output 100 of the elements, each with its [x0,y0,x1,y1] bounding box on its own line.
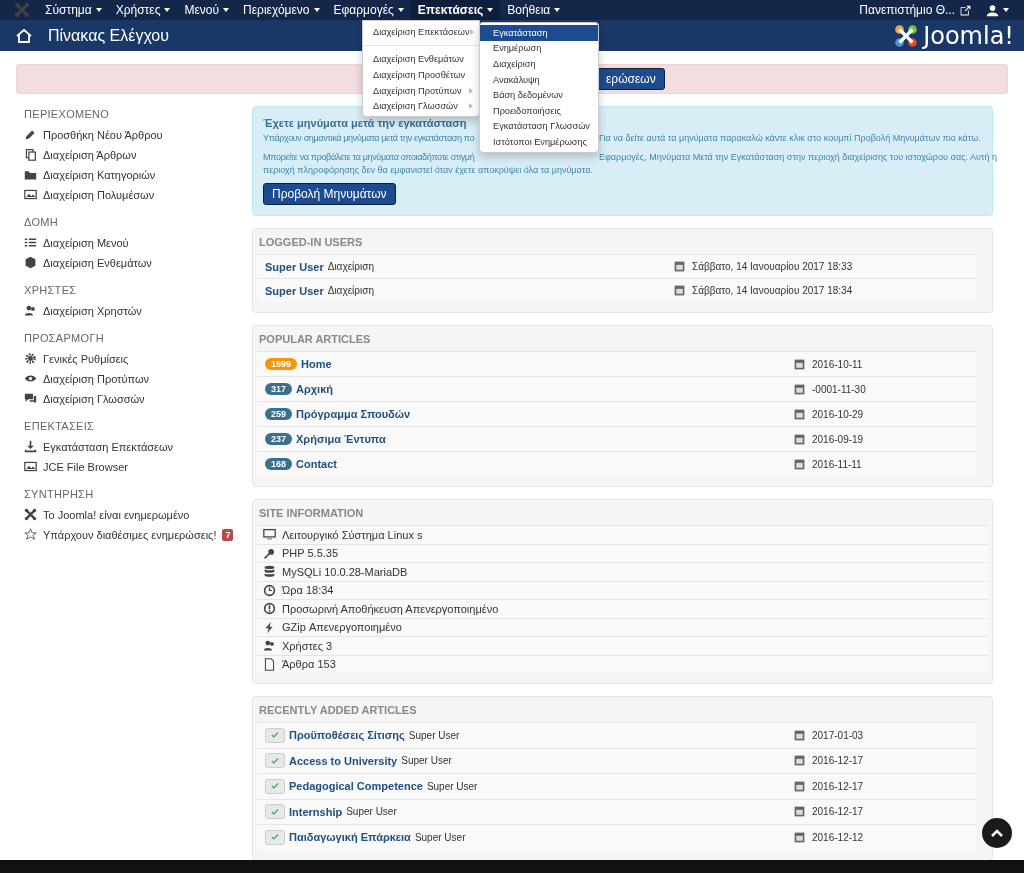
published-toggle[interactable] [265,804,285,820]
users-icon [24,304,37,317]
dropdown-item[interactable]: Διαχείριση Προτύπων [363,82,479,99]
sidebar-link[interactable]: Διαχείριση Πολυμέσων [43,188,155,201]
site-link[interactable]: Πανεπιστήμιο Θ... [852,0,979,20]
menu-item[interactable]: Επεκτάσεις [410,0,501,20]
article-link[interactable]: Access to University [289,754,398,767]
folder-icon [24,168,37,181]
back-to-top-button[interactable] [982,818,1012,848]
article-link[interactable]: Χρήσιμα Έντυπα [296,433,386,445]
calendar-icon [793,357,806,371]
submenu-item[interactable]: Εγκατάσταση Γλωσσών [480,118,598,135]
image-icon [24,188,37,201]
menu-item[interactable]: Εφαρμογές [326,0,411,20]
sidebar-heading: ΧΡΗΣΤΕΣ [24,284,78,296]
count-badge: 7 [222,528,234,541]
calendar-icon [793,432,806,446]
sidebar-link[interactable]: Διαχείριση Ενθεμάτων [43,256,152,269]
published-toggle[interactable] [265,778,285,794]
sidebar-link[interactable]: Διαχείριση Χρηστών [43,304,142,317]
hits-badge: 259 [265,408,293,420]
article-link[interactable]: Contact [296,458,337,470]
sidebar-link[interactable]: Υπάρχουν διαθέσιμες ενημερώσεις! [43,528,217,541]
menu-item[interactable]: Χρήστες [108,0,178,20]
submenu-item[interactable]: Ανακάλυψη [480,71,598,88]
menu-item[interactable]: Περιεχόμενο [236,0,327,20]
calendar-icon [793,805,806,819]
sidebar-link[interactable]: Διαχείριση Άρθρων [43,148,137,161]
alert-text: περιοχή πληροφόρησης δεν θα εμφανιστεί όταν έχετε αποκρύψει όλα τα μηνύματα. [263,165,593,175]
article-link[interactable]: Internship [289,805,343,818]
article-author: Super User [401,755,452,767]
article-date: -0001-11-30 [812,383,866,395]
published-toggle[interactable] [265,753,285,769]
alert-title: Έχετε μηνύματα μετά την εγκατάσταση [263,117,467,129]
article-link[interactable]: Pedagogical Competence [289,780,423,793]
sidebar-link[interactable]: Διαχείριση Προτύπων [43,372,149,385]
pencil-icon [24,128,37,141]
dropdown-item[interactable]: Διαχείριση Επεκτάσεων [363,24,479,40]
article-author: Super User [426,780,478,792]
submenu-item[interactable]: Ενημέρωση [480,40,598,57]
info-text: Χρήστες 3 [282,639,333,652]
article-link[interactable]: Αρχική [296,383,334,395]
file-icon [263,657,276,671]
calendar-icon [793,457,806,471]
check-icon [270,781,280,792]
article-date: 2016-10-29 [812,408,864,420]
article-date: 2016-12-17 [812,755,864,767]
article-link[interactable]: Home [301,358,332,370]
info-text: Λειτουργικό Σύστημα Linux s [282,528,423,541]
sidebar-heading: ΣΥΝΤΗΡΗΣΗ [24,488,95,500]
submenu-item[interactable]: Διαχείριση [480,56,598,72]
info-icon [263,602,276,616]
check-icon [270,730,280,741]
sidebar-link[interactable]: Γενικές Ρυθμίσεις [43,352,129,365]
comments-icon [24,392,37,405]
dropdown-item[interactable]: Διαχείριση Ενθεμάτων [363,51,479,68]
article-link[interactable]: Πρόγραμμα Σπουδών [296,408,411,420]
calendar-icon [673,284,686,297]
calendar-icon [793,754,806,768]
sidebar-link[interactable]: JCE File Browser [43,460,128,473]
published-toggle[interactable] [265,727,285,743]
menu-item[interactable]: Σύστημα [38,0,109,20]
user-link[interactable]: Super User [265,260,324,273]
dropdown-item[interactable]: Διαχείριση Προσθέτων [363,67,479,83]
user-link[interactable]: Super User [265,284,324,297]
panel-title: POPULAR ARTICLES [259,333,372,345]
calendar-icon [793,779,806,793]
menu-item[interactable]: Βοήθεια [500,0,568,20]
article-link[interactable]: Παιδαγωγική Επάρκεια [289,831,411,844]
sidebar-heading: ΠΕΡΙΕΧΟΜΕΝΟ [24,108,111,120]
info-text: Άρθρα 153 [282,658,336,671]
sidebar-link[interactable]: Προσθήκη Νέου Άρθρου [43,128,163,141]
submenu-item[interactable]: Βάση δεδομένων [480,87,598,103]
hits-badge: 237 [265,433,293,445]
dropdown-item[interactable]: Διαχείριση Γλωσσών [363,98,479,114]
updates-button[interactable]: ερώσεων [597,68,665,90]
user-area: Διαχείριση [327,261,374,272]
article-date: 2016-09-19 [812,433,864,445]
sidebar-link[interactable]: Διαχείριση Γλωσσών [43,392,145,405]
submenu-item[interactable]: Ιστότοποι Ενημέρωσης [480,134,598,150]
sidebar-link[interactable]: Διαχείριση Μενού [43,236,129,249]
panel-title: RECENTLY ADDED ARTICLES [259,704,418,716]
view-messages-button[interactable]: Προβολή Μηνυμάτων [263,183,396,205]
calendar-icon [793,407,806,421]
gear-icon [24,352,37,365]
calendar-icon [793,830,806,844]
calendar-icon [793,382,806,396]
sidebar-link[interactable]: Το Joomla! είναι ενημερωμένο [43,508,190,521]
sidebar-link[interactable]: Διαχείριση Κατηγοριών [43,168,156,181]
article-link[interactable]: Προϋποθέσεις Σίτισης [289,729,405,742]
submenu-item[interactable]: Εγκατάσταση [480,25,598,41]
alert-text: Εφαρμογές, Μηνύματα Μετά την Εγκατάσταση στην περιοχή διαχείρισης του ιστοχώρου σας. Αυτή η [599,152,997,162]
published-toggle[interactable] [265,829,285,845]
eye-icon [24,372,37,385]
sidebar-link[interactable]: Εγκατάσταση Επεκτάσεων [43,440,174,453]
alert-text: Υπάρχουν σημαντικά μηνύματα μετά την εγκατάσταση πο [263,133,476,143]
article-date: 2017-01-03 [812,729,864,741]
submenu-item[interactable]: Προειδοποιήσεις [480,102,598,119]
menu-item[interactable]: Μενού [177,0,237,20]
info-text: GZip Απενεργοποιημένο [282,621,402,634]
